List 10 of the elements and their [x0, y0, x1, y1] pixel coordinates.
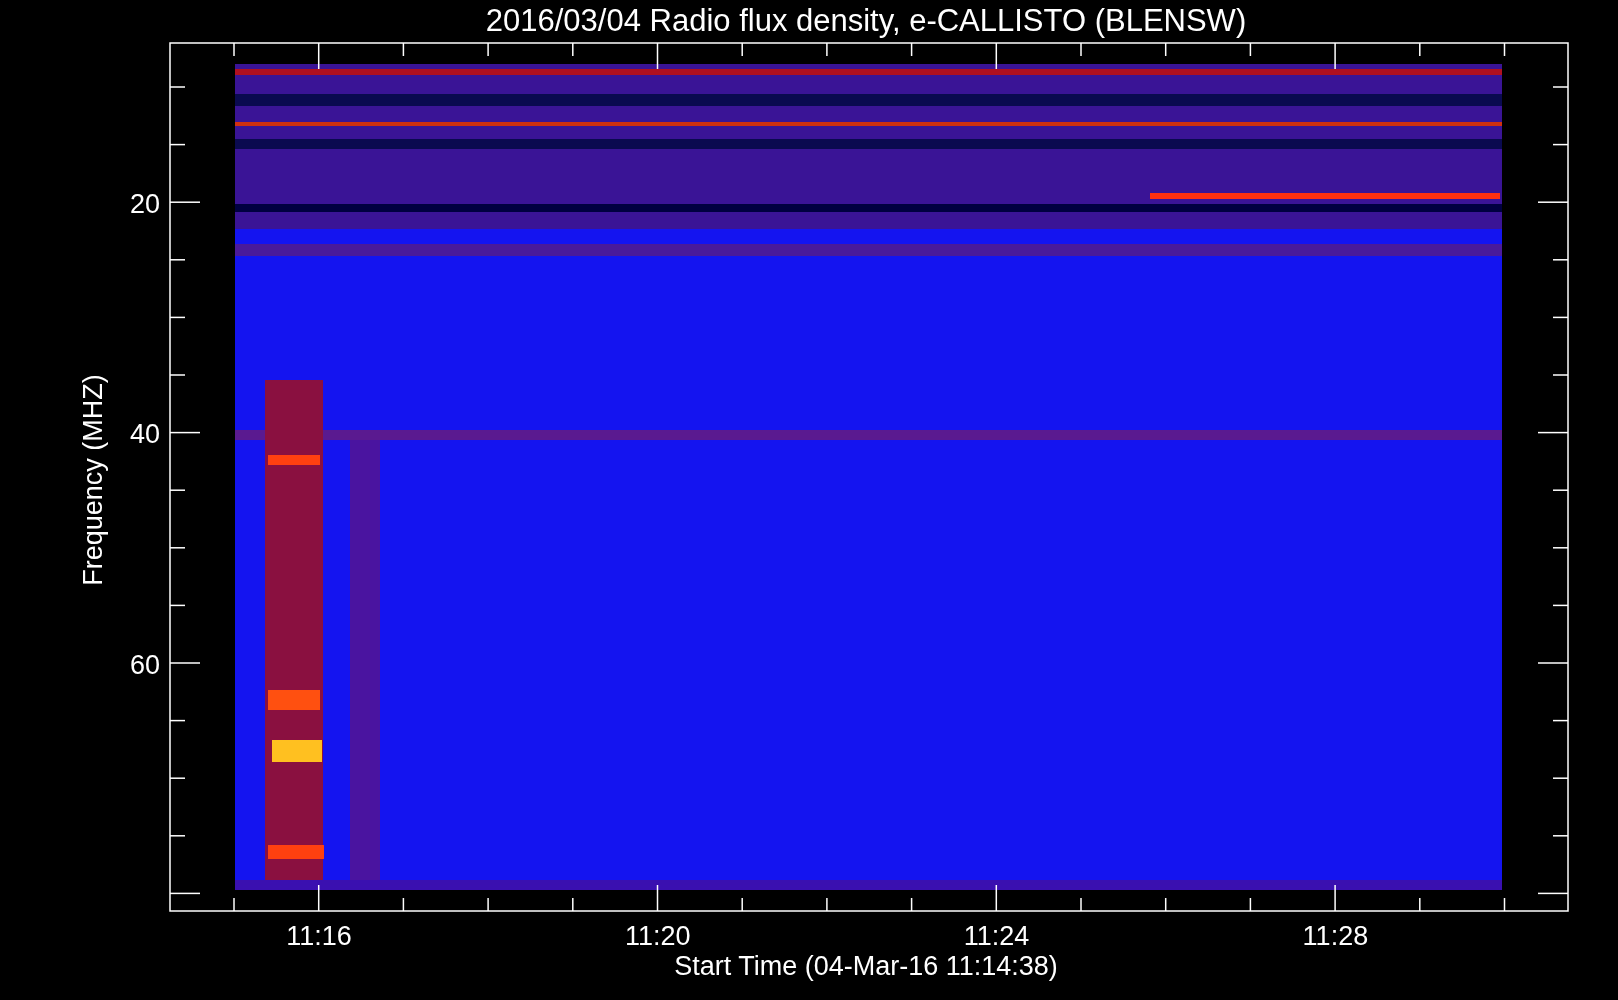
tick-label: 40 — [129, 419, 160, 450]
tick-label: 11:20 — [625, 921, 691, 951]
axis-title: Start Time (04-Mar-16 11:14:38) — [674, 951, 1058, 981]
chart-title: 2016/03/04 Radio flux density, e-CALLISTO (BLENSW) — [485, 3, 1247, 38]
tick-label: 11:24 — [963, 921, 1030, 951]
tick-label: 20 — [129, 189, 160, 219]
tick-label: 11:28 — [1302, 921, 1369, 951]
tick-label: 11:16 — [286, 921, 352, 951]
tick-label: 60 — [129, 649, 160, 680]
axis-title: Frequency (MHZ) — [78, 374, 108, 586]
